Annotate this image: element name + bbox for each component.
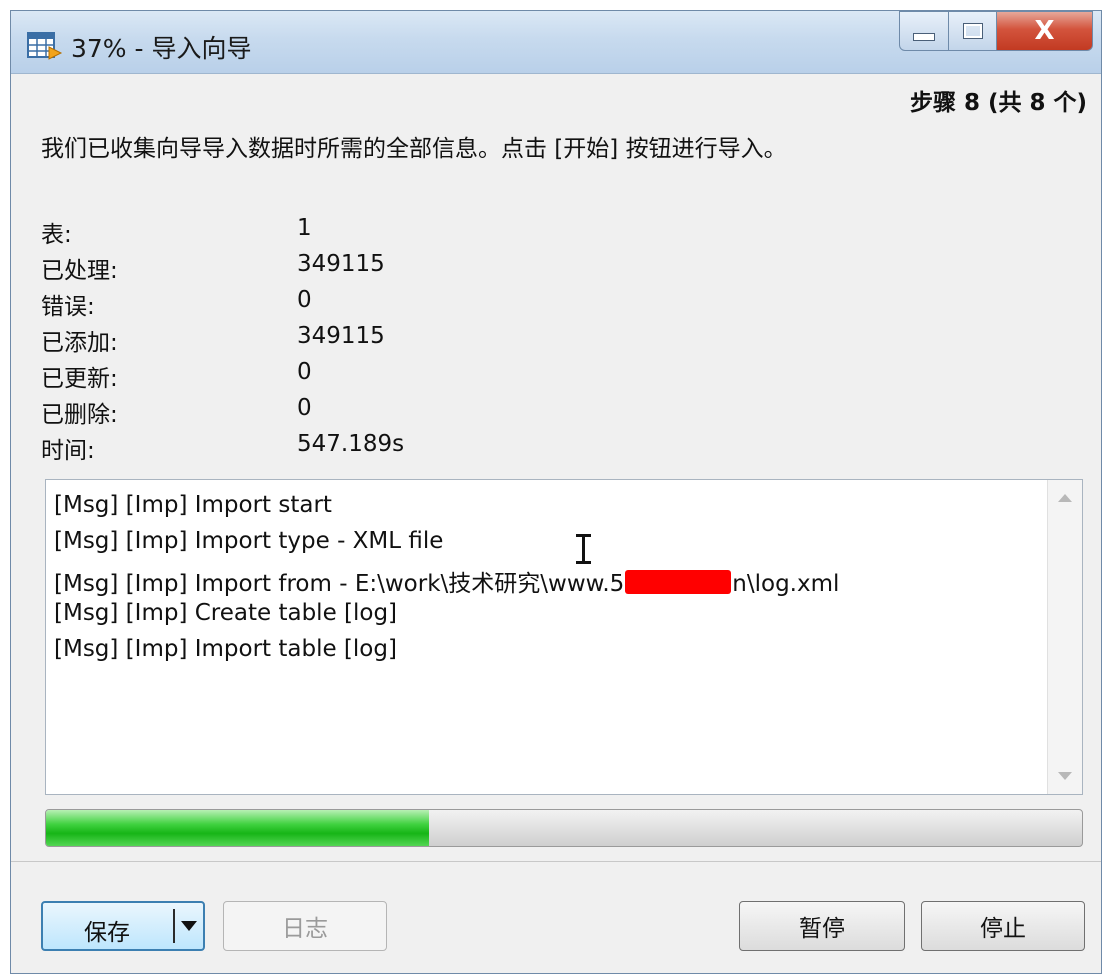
- import-wizard-window: 37% - 导入向导 X 步骤 8 (共 8 个) 我们已收集向导导入数据时所需…: [10, 10, 1102, 974]
- log-line: [Msg] [Imp] Import type - XML file: [54, 528, 444, 554]
- split-divider: [173, 909, 175, 943]
- step-indicator: 步骤 8 (共 8 个): [909, 90, 1087, 116]
- stat-value: 0: [297, 359, 312, 385]
- stat-value: 547.189s: [297, 431, 405, 457]
- log-button[interactable]: 日志: [223, 901, 387, 951]
- stop-button[interactable]: 停止: [921, 901, 1085, 951]
- log-line: [Msg] [Imp] Import from - E:\work\技术研究\w…: [54, 564, 839, 598]
- log-output[interactable]: [Msg] [Imp] Import start [Msg] [Imp] Imp…: [45, 479, 1083, 795]
- progress-fill: [46, 810, 430, 846]
- maximize-button[interactable]: [949, 11, 997, 51]
- wizard-description: 我们已收集向导导入数据时所需的全部信息。点击 [开始] 按钮进行导入。: [41, 136, 787, 162]
- stat-value: 0: [297, 287, 312, 313]
- pause-button[interactable]: 暂停: [739, 901, 905, 951]
- log-line: [Msg] [Imp] Create table [log]: [54, 600, 398, 626]
- stat-value: 0: [297, 395, 312, 421]
- import-progress-bar: [45, 809, 1083, 847]
- stat-label: 已更新:: [41, 366, 118, 392]
- stat-label: 错误:: [41, 294, 95, 320]
- minimize-icon: [913, 33, 935, 41]
- scroll-up-icon[interactable]: [1058, 494, 1072, 502]
- stat-label: 表:: [41, 222, 72, 248]
- stat-value: 349115: [297, 323, 385, 349]
- save-split-button[interactable]: 保存: [41, 901, 205, 951]
- stat-label: 已删除:: [41, 402, 118, 428]
- stat-label: 时间:: [41, 438, 95, 464]
- title-bar[interactable]: 37% - 导入向导 X: [11, 11, 1101, 74]
- redaction-mark: [625, 570, 732, 594]
- window-title: 37% - 导入向导: [71, 34, 252, 63]
- scroll-down-icon[interactable]: [1058, 772, 1072, 780]
- caption-buttons: X: [899, 11, 1093, 51]
- close-button[interactable]: X: [997, 11, 1093, 51]
- dropdown-arrow-icon[interactable]: [181, 921, 197, 931]
- log-line: [Msg] [Imp] Import table [log]: [54, 636, 397, 662]
- stat-value: 1: [297, 215, 312, 241]
- stat-label: 已添加:: [41, 330, 118, 356]
- log-scrollbar[interactable]: [1047, 480, 1082, 794]
- stat-label: 已处理:: [41, 258, 118, 284]
- close-icon: X: [1034, 16, 1055, 46]
- footer-divider: [11, 861, 1101, 862]
- log-line-suffix: n\log.xml: [732, 571, 840, 597]
- grid-table-icon: [27, 32, 63, 60]
- text-cursor-icon: [576, 534, 591, 564]
- minimize-button[interactable]: [899, 11, 949, 51]
- save-button-label: 保存: [84, 920, 130, 946]
- maximize-icon: [962, 23, 983, 39]
- log-line-text: [Msg] [Imp] Import from - E:\work\技术研究\w…: [54, 571, 625, 597]
- stat-value: 349115: [297, 251, 385, 277]
- log-line: [Msg] [Imp] Import start: [54, 492, 332, 518]
